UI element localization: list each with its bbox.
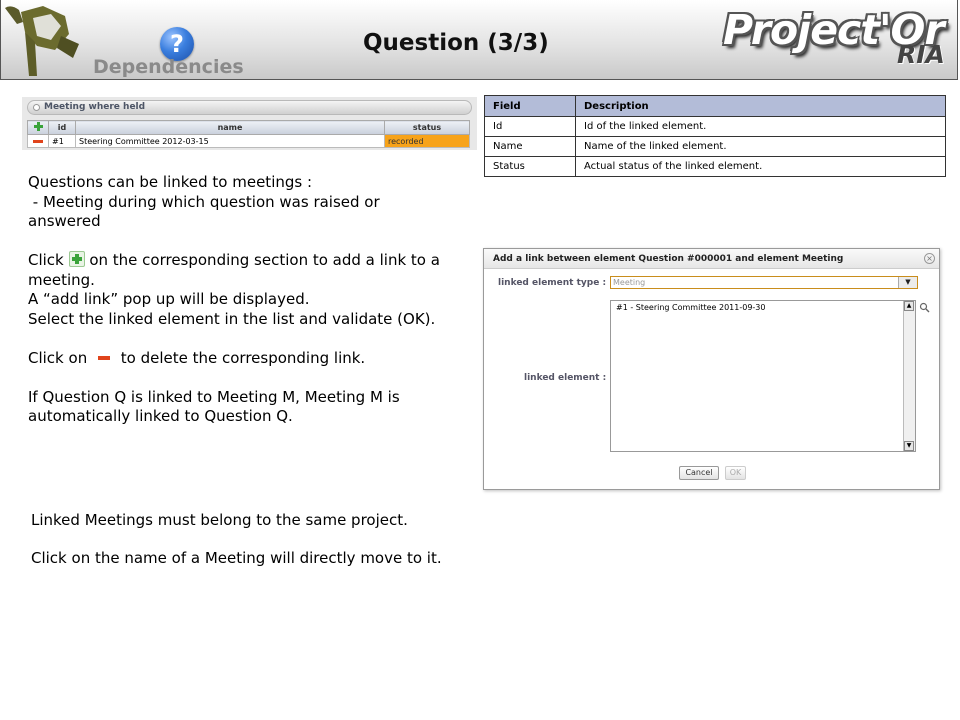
column-header-id: id: [48, 120, 76, 135]
field-description: Id of the linked element.: [575, 116, 946, 137]
linked-element-list[interactable]: #1 - Steering Committee 2011-09-30 ▲ ▼: [610, 300, 916, 452]
scrollbar[interactable]: ▲ ▼: [903, 301, 915, 451]
chevron-down-icon[interactable]: ▼: [898, 277, 917, 288]
instruction-text: Click on: [28, 348, 88, 367]
section-label: Dependencies: [93, 56, 244, 78]
add-icon[interactable]: [33, 121, 44, 132]
meeting-id: #1: [48, 134, 76, 148]
notes: Linked Meetings must belong to the same …: [31, 511, 511, 568]
selected-type: Meeting: [613, 278, 646, 287]
linked-element-type-select[interactable]: Meeting ▼: [610, 276, 918, 289]
meeting-name-link[interactable]: Steering Committee 2012-03-15: [75, 134, 385, 148]
linked-element-type-label: linked element type :: [498, 278, 607, 288]
remove-icon: [97, 356, 110, 360]
meeting-section: Meeting where held id name status #1 Ste…: [22, 97, 477, 150]
instruction-add: Click on the corresponding section to ad…: [28, 251, 453, 290]
field-name: Id: [484, 116, 576, 137]
scroll-down-icon[interactable]: ▼: [904, 441, 914, 451]
header-banner: ? Dependencies Question (3/3) Project'Or…: [0, 0, 958, 80]
instruction-text: Click: [28, 251, 64, 269]
field-name: Status: [484, 156, 576, 177]
linked-element-label: linked element :: [524, 373, 607, 383]
field-name: Name: [484, 136, 576, 157]
instruction-text: Select the linked element in the list an…: [28, 309, 436, 328]
instruction-text: - Meeting during which question was rais…: [28, 192, 385, 231]
meeting-section-title: Meeting where held: [44, 102, 146, 112]
cancel-button[interactable]: Cancel: [679, 466, 719, 480]
column-header-field: Field: [484, 95, 576, 117]
meeting-section-header[interactable]: Meeting where held: [27, 100, 472, 115]
brand-logo-sub: RIA: [897, 40, 945, 69]
search-icon[interactable]: [919, 302, 930, 313]
table-row: Status Actual status of the linked eleme…: [484, 156, 946, 177]
add-link-button[interactable]: [27, 120, 49, 135]
page-title: Question (3/3): [363, 30, 549, 56]
field-description: Name of the linked element.: [575, 136, 946, 157]
ok-button[interactable]: OK: [725, 466, 746, 480]
instruction-delete: Click on to delete the corresponding lin…: [28, 349, 453, 369]
scroll-up-icon[interactable]: ▲: [904, 301, 914, 311]
instruction-text: Questions can be linked to meetings :: [28, 173, 313, 191]
instruction-text: to delete the corresponding link.: [120, 348, 366, 367]
instructions: Questions can be linked to meetings : - …: [28, 173, 453, 427]
status-badge: recorded: [384, 134, 470, 148]
column-header-status: status: [384, 120, 470, 135]
note-text: Linked Meetings must belong to the same …: [31, 511, 408, 529]
column-header-name: name: [75, 120, 385, 135]
close-icon[interactable]: ×: [924, 253, 935, 264]
remove-link-button[interactable]: [27, 134, 49, 148]
note-text: Click on the name of a Meeting will dire…: [31, 549, 442, 567]
instruction-text: A “add link” pop up will be displayed.: [28, 290, 310, 308]
instruction-text: on the corresponding section to add a li…: [28, 251, 440, 289]
collapse-icon[interactable]: [33, 104, 40, 111]
add-link-dialog: Add a link between element Question #000…: [483, 248, 940, 490]
field-description-table: Field Description Id Id of the linked el…: [484, 95, 946, 177]
project-logo-icon: [5, 6, 79, 76]
dialog-title: Add a link between element Question #000…: [484, 249, 939, 269]
table-row: Name Name of the linked element.: [484, 136, 946, 157]
table-row: Id Id of the linked element.: [484, 116, 946, 137]
table-row: #1 Steering Committee 2012-03-15 recorde…: [27, 134, 470, 148]
add-icon: [68, 251, 85, 267]
column-header-description: Description: [575, 95, 946, 117]
instruction-text: If Question Q is linked to Meeting M, Me…: [28, 387, 400, 426]
remove-icon[interactable]: [33, 139, 43, 143]
list-item[interactable]: #1 - Steering Committee 2011-09-30: [616, 303, 910, 312]
field-description: Actual status of the linked element.: [575, 156, 946, 177]
meeting-table: id name status #1 Steering Committee 201…: [27, 120, 470, 148]
